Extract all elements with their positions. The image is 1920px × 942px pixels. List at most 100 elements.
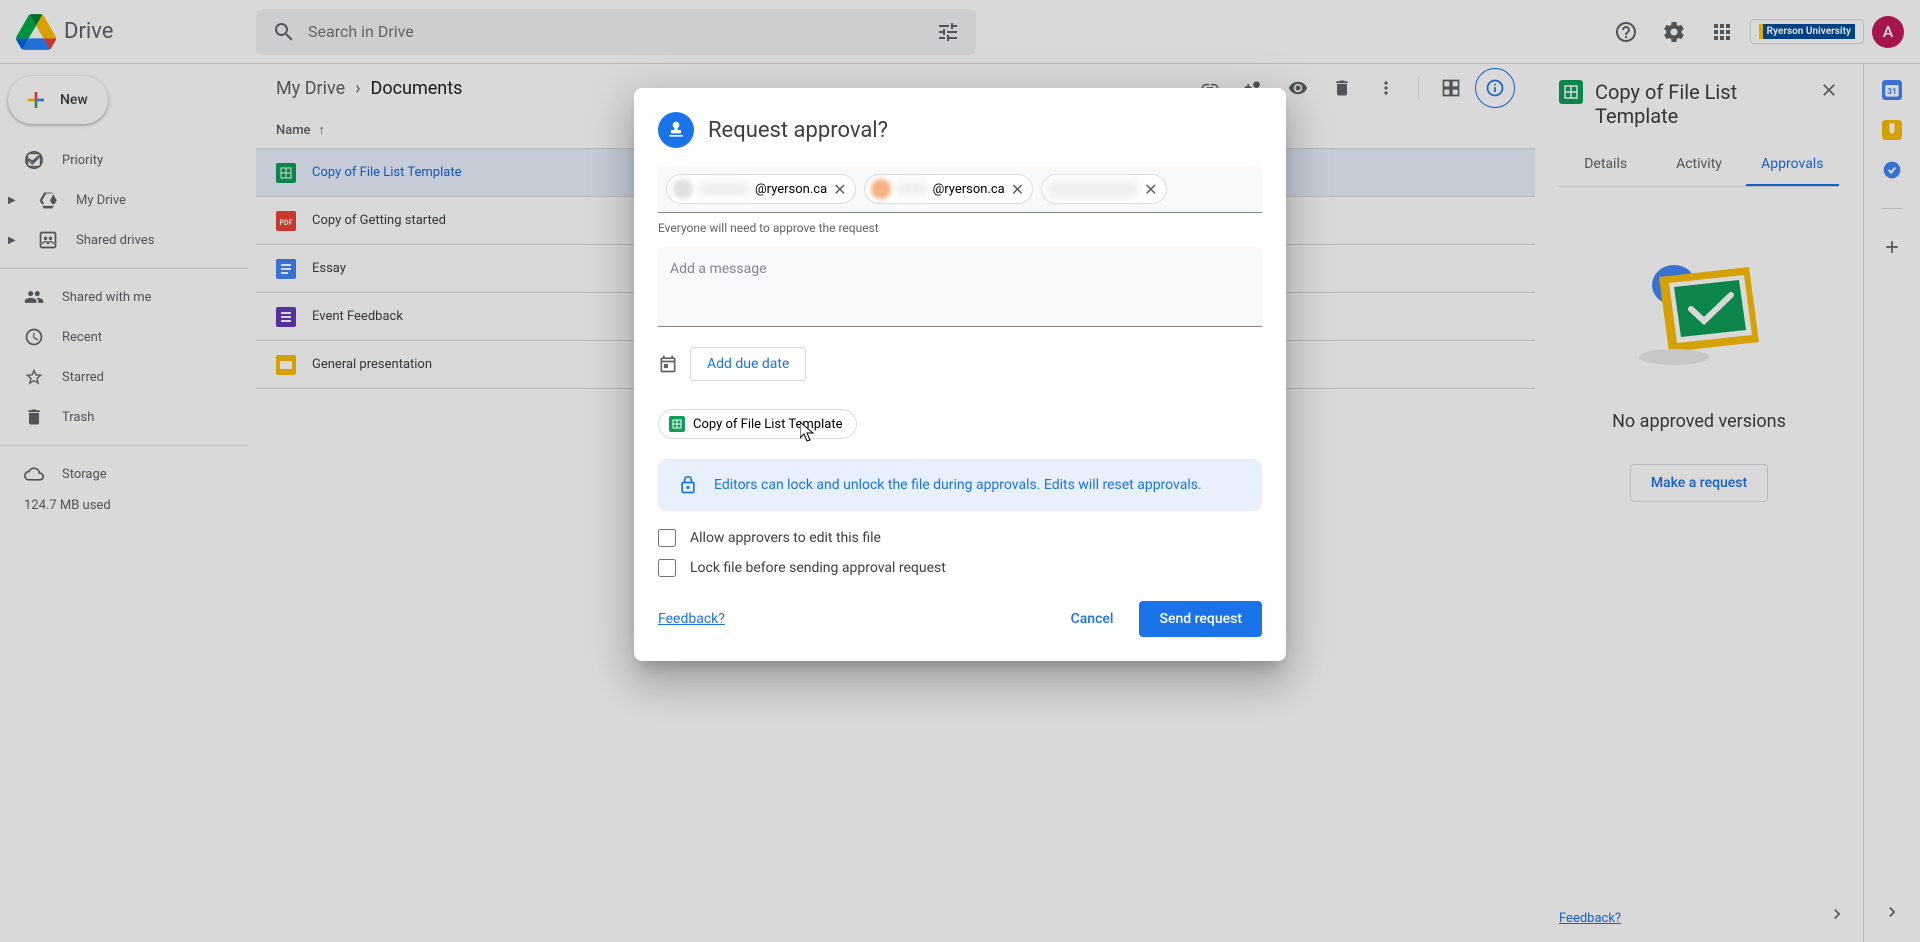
account-avatar[interactable]: A: [1872, 16, 1904, 48]
tab-activity[interactable]: Activity: [1652, 144, 1745, 186]
expand-icon[interactable]: ▶: [8, 195, 20, 206]
breadcrumb-current[interactable]: Documents: [371, 78, 463, 99]
shareddrives-icon: [38, 230, 58, 250]
app-header: Drive Ryerson University A: [0, 0, 1920, 64]
feedback-link[interactable]: Feedback?: [658, 611, 725, 627]
info-banner: Editors can lock and unlock the file dur…: [658, 459, 1262, 511]
plus-icon: [24, 88, 48, 112]
approvers-field[interactable]: @ryerson.ca ✕ @ryerson.ca ✕ ✕: [658, 166, 1262, 213]
details-title: Copy of File List Template: [1595, 80, 1807, 128]
dialog-title: Request approval?: [708, 118, 888, 143]
sheets-icon: [276, 163, 296, 183]
search-bar[interactable]: [256, 9, 976, 55]
nav-trash[interactable]: Trash: [0, 397, 248, 437]
nav-recent[interactable]: Recent: [0, 317, 248, 357]
nav-storage[interactable]: Storage: [0, 454, 248, 494]
make-request-button[interactable]: Make a request: [1630, 464, 1768, 502]
file-name: General presentation: [312, 357, 432, 372]
allow-edit-checkbox[interactable]: Allow approvers to edit this file: [658, 529, 1262, 547]
add-due-date-button[interactable]: Add due date: [690, 347, 806, 381]
stamp-graphic: [1619, 247, 1779, 387]
drive-logo-icon: [16, 12, 56, 52]
cancel-button[interactable]: Cancel: [1053, 601, 1132, 637]
sheets-icon: [669, 416, 685, 432]
approver-chip: @ryerson.ca ✕: [666, 174, 856, 204]
add-addon-icon[interactable]: [1882, 237, 1902, 257]
calendar-icon: [658, 354, 678, 374]
sidebar: New Priority ▶ My Drive ▶ Shared drives …: [0, 64, 256, 942]
logo-area[interactable]: Drive: [16, 12, 256, 52]
remove-chip-icon[interactable]: ✕: [1144, 180, 1157, 199]
lock-file-checkbox[interactable]: Lock file before sending approval reques…: [658, 559, 1262, 577]
sheets-icon: [1559, 80, 1583, 104]
delete-button[interactable]: [1322, 68, 1362, 108]
svg-text:PDF: PDF: [280, 219, 293, 227]
shared-icon: [24, 287, 44, 307]
support-button[interactable]: [1606, 12, 1646, 52]
new-button[interactable]: New: [8, 76, 108, 124]
tasks-addon-icon[interactable]: [1882, 160, 1902, 180]
breadcrumb: My Drive › Documents: [276, 78, 462, 99]
nav-priority[interactable]: Priority: [0, 140, 248, 180]
star-icon: [24, 367, 44, 387]
recent-icon: [24, 327, 44, 347]
approver-chip: @ryerson.ca ✕: [864, 174, 1034, 204]
nav-my-drive[interactable]: ▶ My Drive: [0, 180, 248, 220]
lock-icon: [678, 475, 698, 495]
approver-avatar: [673, 179, 693, 199]
header-actions: Ryerson University A: [1606, 12, 1904, 52]
calendar-addon-icon[interactable]: 31: [1882, 80, 1902, 100]
priority-icon: [24, 150, 44, 170]
tab-details[interactable]: Details: [1559, 144, 1652, 186]
nav-shared-with-me[interactable]: Shared with me: [0, 277, 248, 317]
remove-chip-icon[interactable]: ✕: [1011, 180, 1024, 199]
mydrive-icon: [38, 190, 58, 210]
forms-icon: [276, 307, 296, 327]
docs-icon: [276, 259, 296, 279]
slides-icon: [276, 355, 296, 375]
trash-icon: [24, 407, 44, 427]
helper-text: Everyone will need to approve the reques…: [658, 221, 1262, 235]
approval-stamp-icon: [658, 112, 694, 148]
file-name: Event Feedback: [312, 309, 403, 324]
info-button[interactable]: [1475, 68, 1515, 108]
storage-used-text: 124.7 MB used: [0, 494, 248, 517]
breadcrumb-parent[interactable]: My Drive: [276, 78, 345, 99]
sort-arrow-icon[interactable]: ↑: [319, 122, 326, 138]
org-badge[interactable]: Ryerson University: [1750, 19, 1864, 44]
message-input[interactable]: Add a message: [658, 247, 1262, 327]
file-name: Copy of Getting started: [312, 213, 446, 228]
nav-shared-drives[interactable]: ▶ Shared drives: [0, 220, 248, 260]
apps-button[interactable]: [1702, 12, 1742, 52]
cursor-icon: [800, 422, 814, 442]
keep-addon-icon[interactable]: [1882, 120, 1902, 140]
file-chip: Copy of File List Template: [658, 409, 857, 439]
search-icon: [272, 20, 296, 44]
request-approval-dialog: Request approval? @ryerson.ca ✕ @ryerson…: [634, 88, 1286, 661]
remove-chip-icon[interactable]: ✕: [833, 180, 846, 199]
pdf-icon: PDF: [276, 211, 296, 231]
file-name: Essay: [312, 261, 346, 276]
search-input[interactable]: [308, 22, 924, 41]
storage-icon: [24, 464, 44, 484]
panel-feedback-link[interactable]: Feedback?: [1559, 911, 1621, 926]
details-tabs: Details Activity Approvals: [1559, 144, 1839, 187]
approver-avatar: [871, 179, 891, 199]
hide-panel-icon[interactable]: [1882, 902, 1902, 922]
side-panel-rail: 31: [1864, 64, 1920, 942]
app-title: Drive: [64, 19, 113, 44]
send-request-button[interactable]: Send request: [1139, 601, 1262, 637]
tab-approvals[interactable]: Approvals: [1746, 144, 1839, 186]
details-panel: Copy of File List Template Details Activ…: [1535, 64, 1863, 942]
search-options-icon[interactable]: [936, 20, 960, 44]
chevron-right-icon: ›: [355, 78, 360, 99]
expand-icon[interactable]: ▶: [8, 235, 20, 246]
chevron-right-icon[interactable]: [1827, 904, 1847, 924]
approver-chip: ✕: [1041, 174, 1166, 204]
nav-starred[interactable]: Starred: [0, 357, 248, 397]
close-icon[interactable]: [1819, 80, 1839, 100]
more-button[interactable]: [1366, 68, 1406, 108]
svg-text:31: 31: [1887, 87, 1897, 97]
grid-view-button[interactable]: [1431, 68, 1471, 108]
settings-button[interactable]: [1654, 12, 1694, 52]
